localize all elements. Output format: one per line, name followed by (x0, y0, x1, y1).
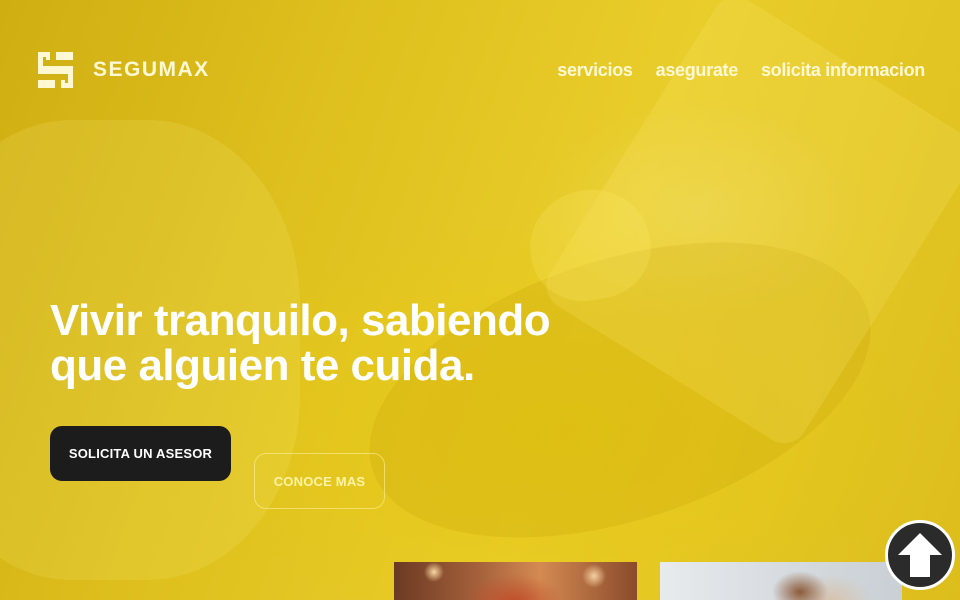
learn-more-button[interactable]: CONOCE MAS (254, 453, 385, 509)
segumax-logo-icon (38, 52, 73, 88)
hero-headline: Vivir tranquilo, sabiendo que alguien te… (50, 298, 570, 388)
nav-link-servicios[interactable]: servicios (557, 58, 633, 82)
brand-logo[interactable]: SEGUMAX (35, 50, 210, 90)
hero-bg-thumb (521, 180, 659, 310)
hero-headline-line-2: que alguien te cuida. (50, 341, 475, 390)
scroll-to-top-button[interactable] (885, 520, 955, 590)
service-card-image-1[interactable] (394, 562, 637, 600)
brand-name: SEGUMAX (93, 58, 210, 81)
nav-link-solicita-informacion[interactable]: solicita informacion (761, 58, 925, 82)
nav-link-asegurate[interactable]: asegurate (656, 58, 739, 82)
main-nav: servicios asegurate solicita informacion (557, 58, 925, 82)
request-advisor-button[interactable]: SOLICITA UN ASESOR (50, 426, 231, 481)
hero-headline-line-1: Vivir tranquilo, sabiendo (50, 296, 551, 345)
hero-bg-hand (332, 186, 908, 594)
arrow-up-icon (898, 533, 942, 577)
service-card-image-2[interactable] (660, 562, 902, 600)
